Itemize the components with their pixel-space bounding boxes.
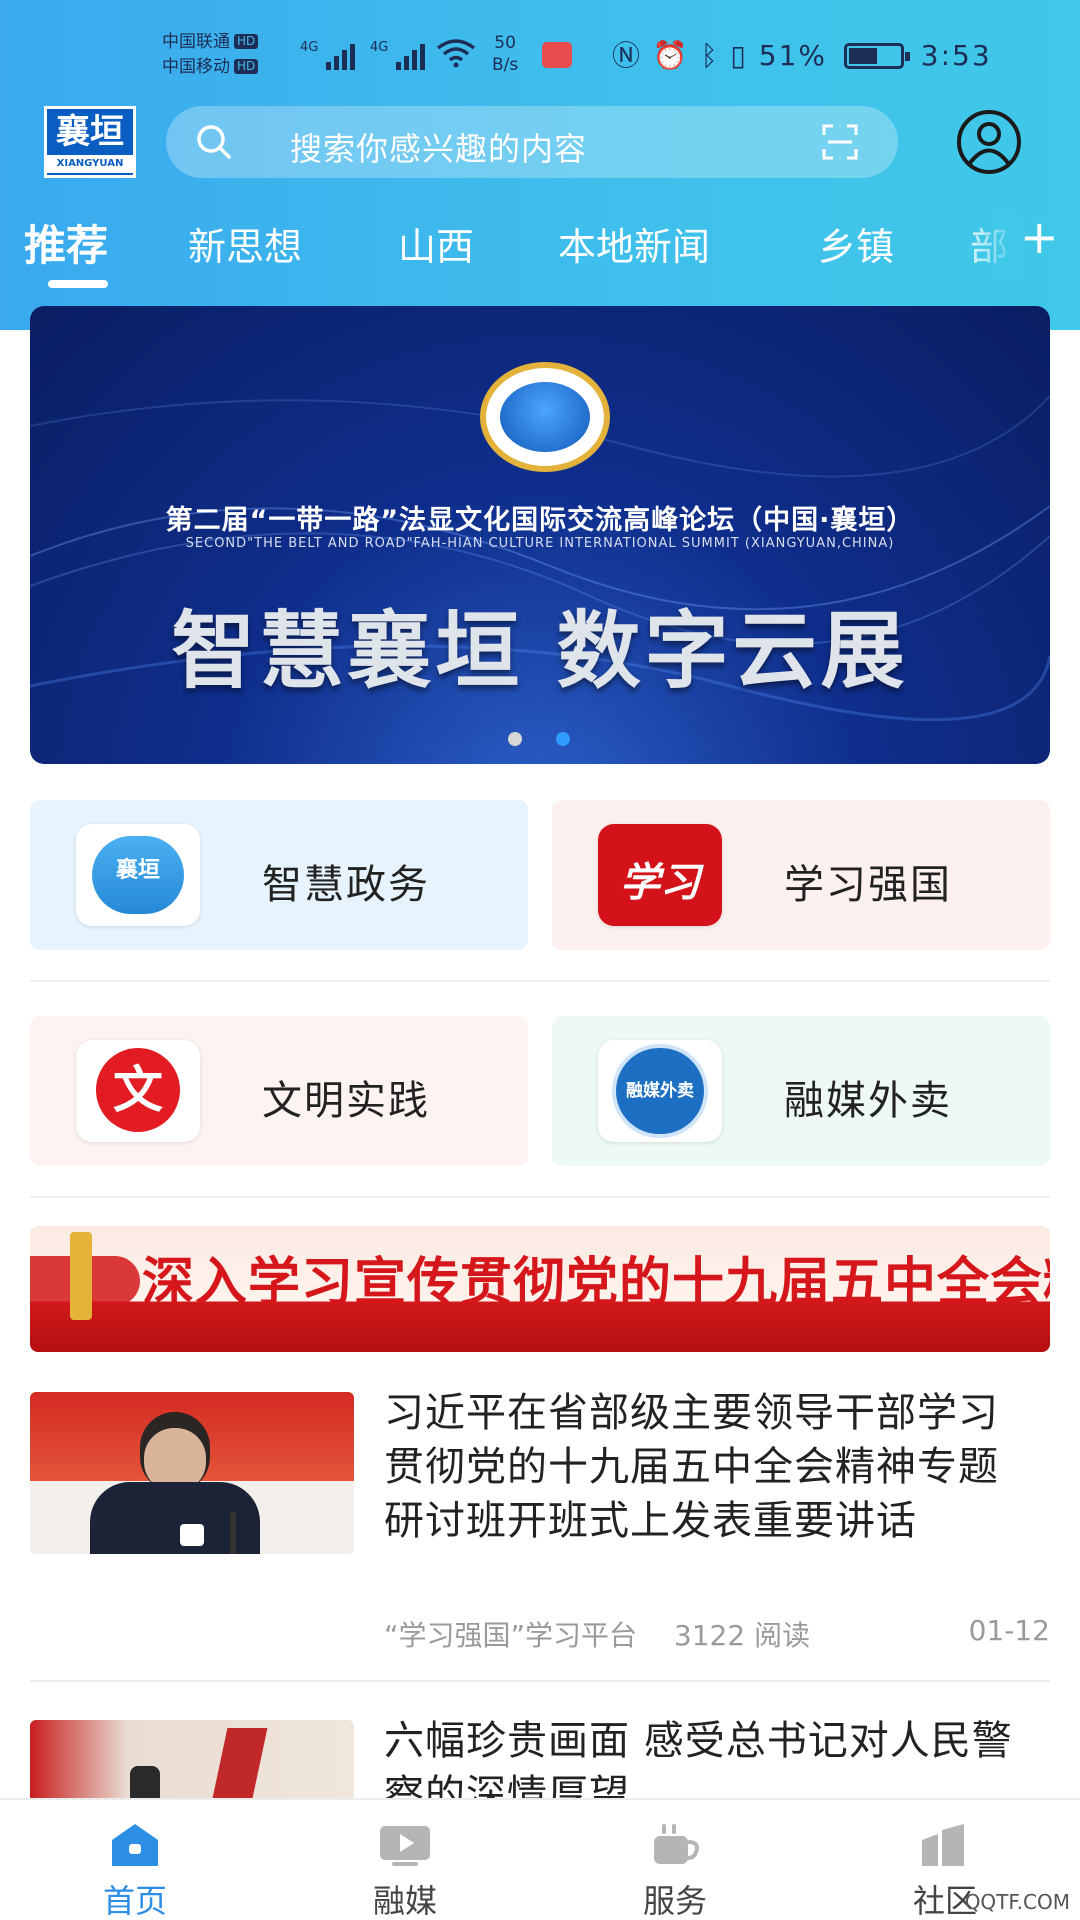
carrier-2: 中国移动 xyxy=(162,57,230,77)
takeout-icon-text: 融媒外卖 xyxy=(612,1044,708,1138)
nav-label: 首页 xyxy=(102,1882,167,1920)
service-civilization[interactable]: 文 文明实践 xyxy=(30,1016,528,1166)
wifi-icon xyxy=(436,39,476,68)
banner-carousel[interactable]: 第二届“一带一路”法显文化国际交流高峰论坛（中国·襄垣） SECOND"THE … xyxy=(30,306,1050,764)
service-takeout[interactable]: 融媒外卖 融媒外卖 xyxy=(552,1016,1050,1166)
search-icon xyxy=(197,125,231,159)
signal-2-icon xyxy=(396,40,425,70)
civilization-icon: 文 xyxy=(76,1040,200,1142)
service-label: 学习强国 xyxy=(784,862,952,908)
home-icon xyxy=(112,1824,158,1866)
news-thumbnail[interactable] xyxy=(30,1392,354,1554)
service-smart-gov[interactable]: 襄垣 智慧政务 xyxy=(30,800,528,950)
banner-title: 第二届“一带一路”法显文化国际交流高峰论坛（中国·襄垣） xyxy=(165,505,915,536)
network-type-2: 4G xyxy=(370,40,389,55)
battery-icon xyxy=(843,43,910,69)
smart-gov-icon-text: 襄垣 xyxy=(92,836,184,914)
buildings-icon xyxy=(922,1824,964,1866)
network-type-1: 4G xyxy=(300,40,319,55)
hd-badge: HD xyxy=(234,59,259,74)
coffee-cup-icon xyxy=(654,1824,699,1864)
xuexi-icon-text: 学习 xyxy=(620,859,700,906)
news-reads: 3122 阅读 xyxy=(673,1619,811,1652)
bottom-navigation: 首页 融媒 服务 社区 QQTF.COM xyxy=(0,1798,1080,1920)
scan-icon[interactable] xyxy=(822,124,858,160)
signal-1-icon xyxy=(326,40,355,70)
service-label: 融媒外卖 xyxy=(784,1078,952,1124)
banner-headline: 智慧襄垣 数字云展 xyxy=(171,602,909,700)
tab-recommend[interactable]: 推荐 xyxy=(24,212,108,273)
app-logo: 襄垣 XIANGYUAN xyxy=(44,106,136,178)
add-channel-icon[interactable]: + xyxy=(1020,210,1059,264)
carrier-1: 中国联通 xyxy=(162,32,230,52)
nfc-icon: Ⓝ xyxy=(612,39,643,72)
news-source: “学习强国”学习平台 xyxy=(384,1619,638,1652)
nav-label: 服务 xyxy=(642,1882,707,1920)
summit-emblem xyxy=(480,362,610,472)
tab-towns[interactable]: 乡镇 xyxy=(818,216,894,271)
vibrate-icon: ▯ xyxy=(730,39,748,72)
watermark: QQTF.COM xyxy=(964,1890,1070,1914)
tab-new-thought[interactable]: 新思想 xyxy=(188,216,302,271)
news-title[interactable]: 六幅珍贵画面 感受总书记对人民警察的深情厚望 xyxy=(384,1714,1034,1798)
pillar-decoration xyxy=(70,1232,92,1320)
net-speed-value: 50 xyxy=(494,33,516,53)
nav-home[interactable]: 首页 xyxy=(0,1800,270,1920)
banner-subtitle: SECOND"THE BELT AND ROAD"FAH-HIAN CULTUR… xyxy=(185,536,895,551)
divider xyxy=(30,980,1050,982)
tab-local-news[interactable]: 本地新闻 xyxy=(558,216,710,271)
logo-subtext: XIANGYUAN xyxy=(47,155,133,173)
divider xyxy=(30,1196,1050,1198)
tab-shanxi[interactable]: 山西 xyxy=(398,216,474,271)
promo-text: 深入学习宣传贯彻党的十九届五中全会精神 xyxy=(142,1253,1050,1313)
smart-gov-icon: 襄垣 xyxy=(76,824,200,926)
bluetooth-icon: ᛒ xyxy=(700,39,720,72)
news-date: 01-12 xyxy=(968,1614,1050,1647)
tab-active-indicator xyxy=(48,280,108,288)
notification-app-icon xyxy=(542,42,572,68)
net-speed: 50 B/s xyxy=(492,32,518,76)
net-speed-unit: B/s xyxy=(492,55,519,75)
clock: 3:53 xyxy=(920,39,992,72)
news-meta: “学习强国”学习平台 3122 阅读 01-12 xyxy=(384,1614,1050,1654)
status-bar: 中国联通 HD 中国移动 HD 4G 4G 50 B/s Ⓝ ⏰ ᛒ ▯ 51% 3… xyxy=(0,30,1080,85)
video-icon xyxy=(380,1826,430,1866)
carrier-info: 中国联通 HD 中国移动 HD xyxy=(162,30,259,80)
divider xyxy=(30,1680,1050,1682)
search-placeholder: 搜索你感兴趣的内容 xyxy=(290,130,588,168)
hd-badge: HD xyxy=(234,34,259,49)
news-thumbnail[interactable] xyxy=(30,1720,354,1798)
xuexi-icon: 学习 xyxy=(598,824,722,926)
battery-percent: 51% xyxy=(758,39,827,72)
user-avatar-icon[interactable] xyxy=(948,108,1030,176)
takeout-icon: 融媒外卖 xyxy=(598,1040,722,1142)
search-bar[interactable]: 搜索你感兴趣的内容 xyxy=(166,106,898,178)
carousel-dot-2[interactable] xyxy=(556,732,570,746)
nav-service[interactable]: 服务 xyxy=(540,1800,810,1920)
alarm-icon: ⏰ xyxy=(652,39,690,72)
logo-text: 襄垣 xyxy=(56,112,124,152)
promo-banner[interactable]: 深入学习宣传贯彻党的十九届五中全会精神 xyxy=(30,1226,1050,1352)
carousel-dot-1[interactable] xyxy=(508,732,522,746)
service-xuexi[interactable]: 学习 学习强国 xyxy=(552,800,1050,950)
status-right: Ⓝ ⏰ ᛒ ▯ 51% 3:53 xyxy=(612,34,992,74)
service-label: 智慧政务 xyxy=(262,862,430,908)
service-label: 文明实践 xyxy=(262,1078,430,1124)
news-title[interactable]: 习近平在省部级主要领导干部学习贯彻党的十九届五中全会精神专题研讨班开班式上发表重… xyxy=(384,1386,1034,1548)
civilization-icon-text: 文 xyxy=(96,1048,180,1132)
tab-fade xyxy=(960,210,1020,280)
nav-label: 融媒 xyxy=(372,1882,437,1920)
channel-tabs: 推荐 新思想 山西 本地新闻 乡镇 部 xyxy=(0,216,1080,286)
nav-media[interactable]: 融媒 xyxy=(270,1800,540,1920)
